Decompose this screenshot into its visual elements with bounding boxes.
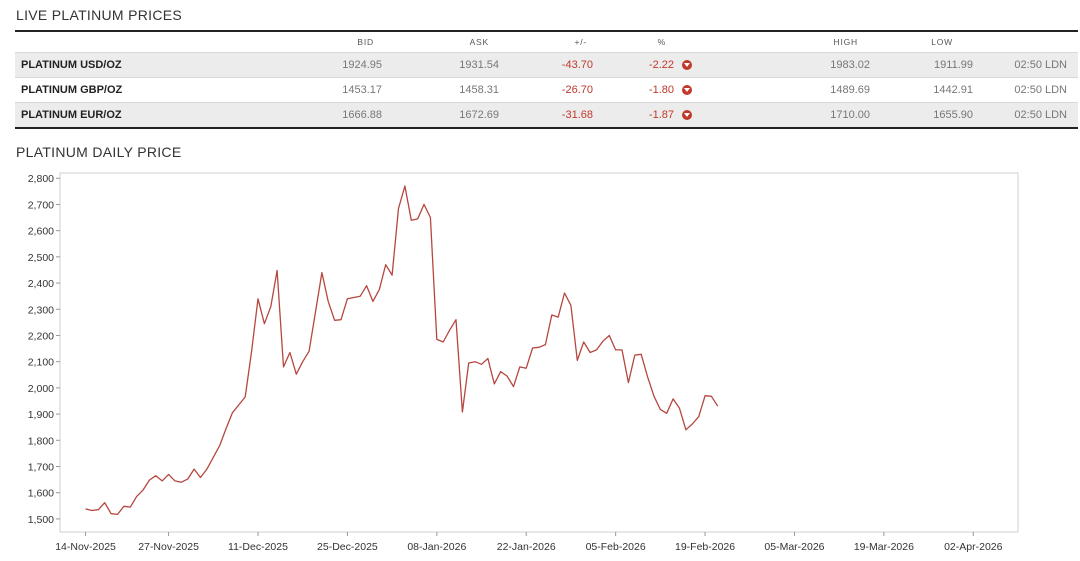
x-tick-label: 08-Jan-2026 (407, 541, 466, 553)
x-tick-label: 27-Nov-2025 (138, 541, 199, 553)
x-tick-label: 19-Feb-2026 (675, 541, 735, 553)
y-tick-label: 1,800 (28, 435, 54, 447)
y-tick-label: 2,400 (28, 278, 54, 290)
price-row-time: 02:50 LDN (1014, 59, 1067, 71)
price-row-percent: -2.22 (648, 59, 674, 71)
down-arrow-icon (682, 110, 692, 121)
price-row-high: 1983.02 (830, 59, 870, 71)
prices-header-row: BID ASK +/- % HIGH LOW (15, 32, 1078, 52)
price-row-high: 1710.00 (830, 109, 870, 121)
price-row-change: -43.70 (561, 59, 593, 71)
y-tick-label: 2,800 (28, 173, 54, 185)
header-high: HIGH (833, 37, 858, 47)
price-row-direction (674, 59, 720, 71)
down-arrow-icon (682, 60, 692, 71)
price-row-direction (674, 109, 720, 121)
price-row-ask: 1672.69 (459, 109, 499, 121)
price-row-ask: 1931.54 (459, 59, 499, 71)
price-row-low: 1655.90 (933, 109, 973, 121)
live-prices-table: BID ASK +/- % HIGH LOW PLATINUM USD/OZ 1… (15, 30, 1078, 129)
x-tick-label: 22-Jan-2026 (497, 541, 556, 553)
price-row-time: 02:50 LDN (1014, 84, 1067, 96)
x-tick-label: 14-Nov-2025 (55, 541, 116, 553)
x-tick-label: 05-Mar-2026 (764, 541, 824, 553)
y-tick-label: 2,500 (28, 252, 54, 264)
header-ask: ASK (469, 37, 489, 47)
price-row-bid: 1453.17 (342, 84, 382, 96)
daily-price-title: PLATINUM DAILY PRICE (16, 144, 182, 160)
down-arrow-icon (682, 85, 692, 96)
x-tick-label: 05-Feb-2026 (586, 541, 646, 553)
price-row-low: 1911.99 (934, 59, 973, 71)
y-tick-label: 1,900 (28, 409, 54, 421)
price-row-bid: 1924.95 (342, 59, 382, 71)
x-tick-label: 19-Mar-2026 (854, 541, 914, 553)
x-tick-label: 25-Dec-2025 (317, 541, 378, 553)
price-row-low: 1442.91 (933, 84, 973, 96)
header-change: +/- (574, 37, 587, 47)
price-row-direction (674, 84, 720, 96)
price-row-name: PLATINUM USD/OZ (21, 59, 122, 71)
price-row-time: 02:50 LDN (1014, 109, 1067, 121)
price-row-bid: 1666.88 (342, 109, 382, 121)
y-tick-label: 1,600 (28, 488, 54, 500)
daily-price-chart: 1,500 1,600 1,700 1,800 1,900 2,000 2,100 2,200… (28, 172, 1019, 553)
plot-area (59, 172, 1019, 533)
price-row-ask: 1458.31 (459, 84, 499, 96)
y-tick-label: 1,500 (28, 514, 54, 526)
price-row-eur[interactable]: PLATINUM EUR/OZ 1666.88 1672.69 -31.68 -… (15, 102, 1078, 127)
y-tick-label: 2,600 (28, 226, 54, 238)
price-row-name: PLATINUM EUR/OZ (21, 109, 122, 121)
y-tick-label: 2,100 (28, 357, 54, 369)
price-row-change: -31.68 (561, 109, 593, 121)
x-tick-label: 02-Apr-2026 (944, 541, 1003, 553)
price-row-percent: -1.80 (648, 84, 674, 96)
header-percent: % (657, 37, 666, 47)
price-row-usd[interactable]: PLATINUM USD/OZ 1924.95 1931.54 -43.70 -… (15, 52, 1078, 77)
price-row-name: PLATINUM GBP/OZ (21, 84, 123, 96)
price-row-change: -26.70 (561, 84, 593, 96)
price-row-gbp[interactable]: PLATINUM GBP/OZ 1453.17 1458.31 -26.70 -… (15, 77, 1078, 102)
price-row-percent: -1.87 (648, 109, 674, 121)
x-tick-label: 11-Dec-2025 (228, 541, 288, 553)
y-tick-label: 2,700 (28, 199, 54, 211)
y-tick-label: 2,000 (28, 383, 54, 395)
y-tick-label: 2,300 (28, 304, 54, 316)
y-tick-label: 2,200 (28, 330, 54, 342)
y-tick-label: 1,700 (28, 461, 54, 473)
header-bid: BID (357, 37, 374, 47)
header-low: LOW (931, 37, 953, 47)
price-row-high: 1489.69 (830, 84, 870, 96)
live-prices-title: LIVE PLATINUM PRICES (16, 7, 183, 23)
